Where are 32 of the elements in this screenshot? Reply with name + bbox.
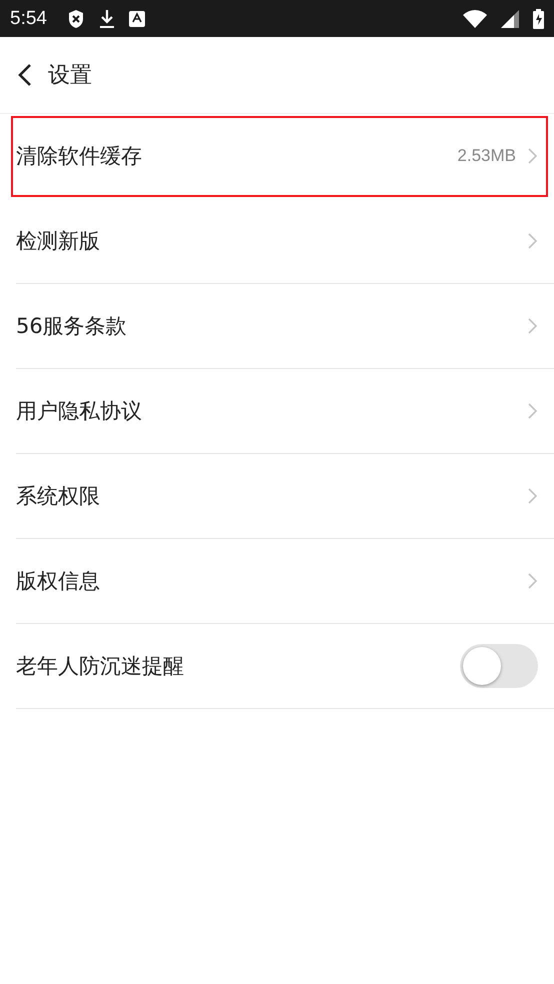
setting-label: 系统权限	[16, 483, 101, 510]
setting-label: 检测新版	[16, 228, 101, 255]
wifi-icon	[463, 10, 487, 28]
toggle-switch[interactable]	[460, 644, 538, 688]
setting-label: 清除软件缓存	[16, 143, 143, 170]
chevron-icon	[528, 148, 538, 164]
chevron-icon	[528, 233, 538, 249]
settings-row[interactable]: 清除软件缓存 2.53MB	[11, 116, 548, 197]
chevron-icon	[528, 573, 538, 589]
settings-row[interactable]: 56服务条款	[16, 284, 554, 369]
chevron-icon	[528, 318, 538, 334]
settings-row[interactable]: 老年人防沉迷提醒	[16, 624, 554, 709]
page-title: 设置	[48, 62, 92, 90]
setting-label: 用户隐私协议	[16, 398, 143, 425]
back-button[interactable]	[18, 63, 32, 87]
settings-row[interactable]: 版权信息	[16, 539, 554, 624]
setting-label: 版权信息	[16, 568, 101, 595]
settings-row[interactable]: 系统权限	[16, 454, 554, 539]
status-time: 5:54	[10, 8, 47, 30]
shield-icon	[66, 8, 85, 28]
app-icon	[128, 10, 145, 26]
signal-icon	[501, 10, 519, 28]
setting-label: 56服务条款	[16, 313, 128, 340]
settings-row[interactable]: 检测新版	[16, 199, 554, 284]
settings-row[interactable]: 用户隐私协议	[16, 369, 554, 454]
back-icon	[18, 63, 32, 87]
setting-label: 老年人防沉迷提醒	[16, 653, 185, 680]
chevron-icon	[528, 403, 538, 419]
chevron-icon	[528, 488, 538, 504]
download-icon	[98, 8, 115, 28]
cache-size: 2.53MB	[457, 146, 516, 166]
battery-icon	[533, 8, 544, 28]
